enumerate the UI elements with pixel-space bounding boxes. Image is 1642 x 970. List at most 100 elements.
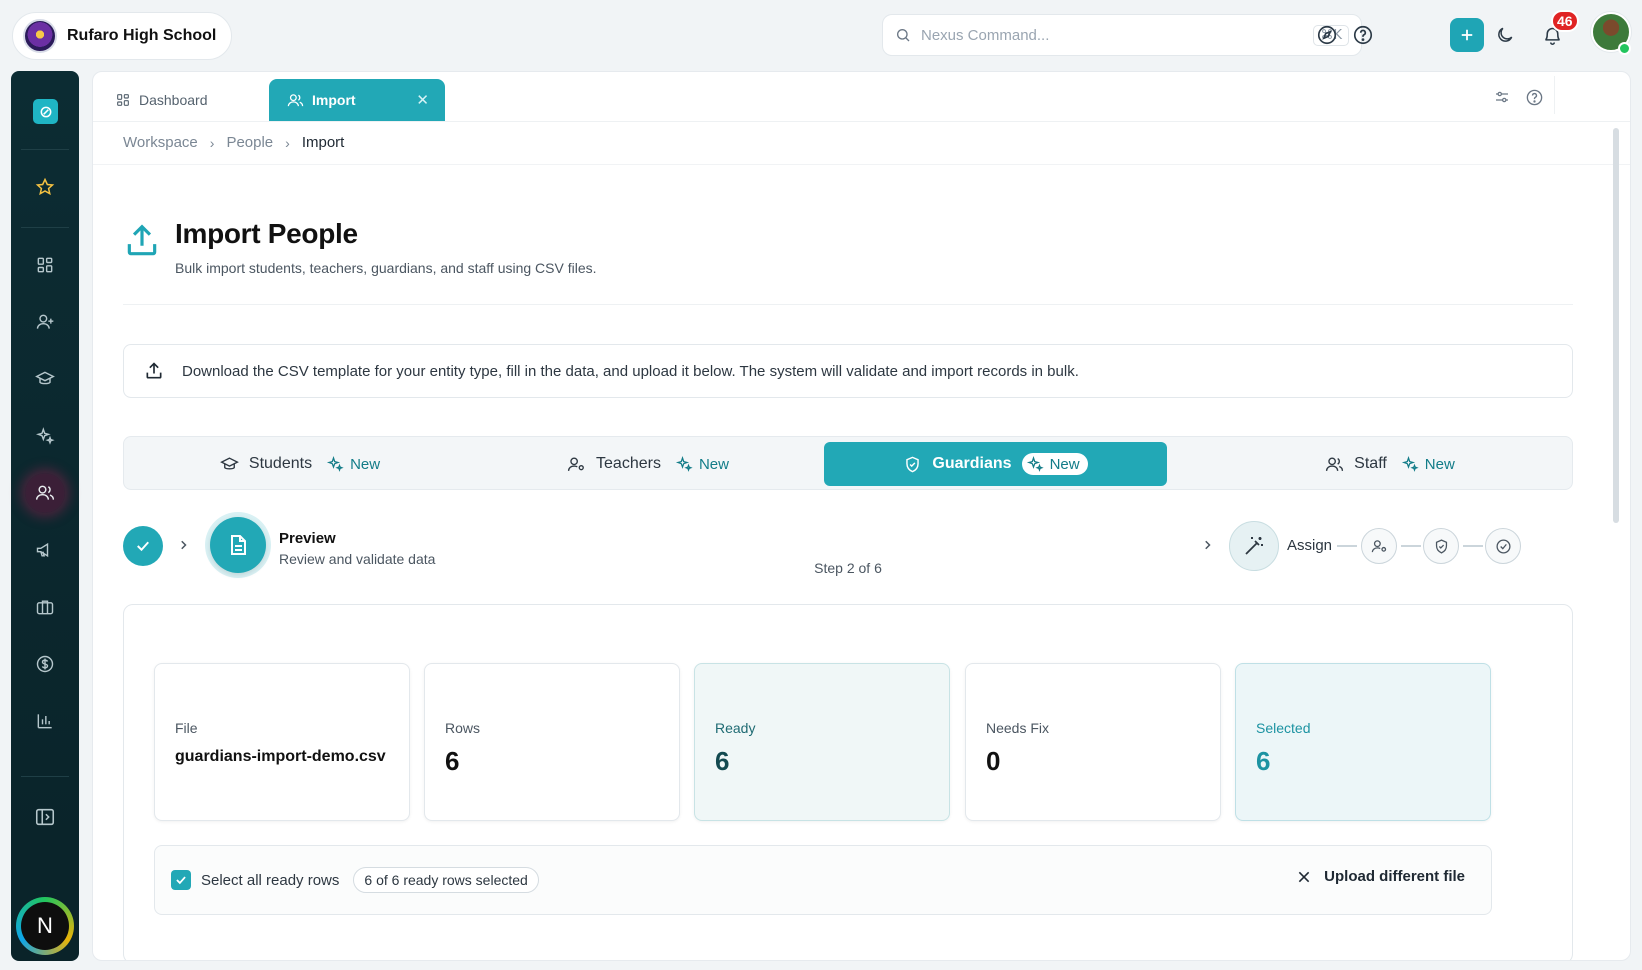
tab-import[interactable]: Import ✕ <box>269 79 445 121</box>
people-icon <box>1326 456 1344 471</box>
shield-icon <box>906 456 920 472</box>
tab-bar: Dashboard Import ✕ <box>93 72 1630 122</box>
stat-selected: Selected 6 <box>1235 663 1491 821</box>
upload-different-file-button[interactable]: Upload different file <box>1296 868 1465 885</box>
tab-label: Import <box>312 92 356 108</box>
selection-summary: 6 of 6 ready rows selected <box>353 867 539 893</box>
settings-sliders-icon[interactable] <box>1489 84 1515 110</box>
page-title: Import People <box>175 218 358 249</box>
teacher-icon <box>567 456 584 471</box>
compass-icon[interactable] <box>1312 20 1342 50</box>
app-logo-icon[interactable] <box>33 99 58 124</box>
step-counter: Step 2 of 6 <box>814 560 882 576</box>
stat-label: File <box>175 720 198 736</box>
search-input[interactable] <box>921 26 1304 44</box>
help-icon[interactable] <box>1521 84 1547 110</box>
graduation-cap-icon <box>219 456 239 470</box>
upload-icon <box>146 362 162 379</box>
entity-tab-students[interactable]: Students New <box>124 442 484 486</box>
entity-tab-teachers[interactable]: Teachers New <box>472 442 832 486</box>
breadcrumb: Workspace › People › Import <box>123 134 344 151</box>
new-badge: New <box>671 453 737 475</box>
stat-label: Selected <box>1256 720 1311 736</box>
create-button[interactable] <box>1450 18 1484 52</box>
stat-label: Needs Fix <box>986 720 1050 736</box>
info-banner: Download the CSV template for your entit… <box>123 344 1573 398</box>
stat-value: 6 <box>445 746 460 776</box>
briefcase-icon[interactable] <box>25 587 65 627</box>
stat-value: 6 <box>1256 746 1271 776</box>
new-badge: New <box>1021 453 1088 475</box>
info-banner-text: Download the CSV template for your entit… <box>182 362 1079 380</box>
document-icon <box>231 535 246 555</box>
page-subtitle: Bulk import students, teachers, guardian… <box>175 260 597 276</box>
stat-value: guardians-import-demo.csv <box>175 748 386 765</box>
chevron-right-icon <box>177 536 191 554</box>
sparkles-icon <box>326 455 344 472</box>
dashboard-grid-icon[interactable] <box>25 245 65 285</box>
notification-badge: 46 <box>1551 10 1579 32</box>
sparkles-icon[interactable] <box>25 416 65 456</box>
stat-needs-fix: Needs Fix 0 <box>965 663 1221 821</box>
help-icon[interactable] <box>1348 20 1378 50</box>
sparkles-icon <box>1026 455 1044 472</box>
favorites-star-icon[interactable] <box>25 167 65 207</box>
stat-rows: Rows 6 <box>424 663 680 821</box>
magic-wand-icon <box>1245 537 1263 555</box>
school-switcher[interactable]: Rufaro High School <box>12 12 232 60</box>
entity-tab-label: Staff <box>1354 455 1387 472</box>
entity-tab-staff[interactable]: Staff New <box>1214 442 1574 486</box>
reports-chart-icon[interactable] <box>25 701 65 741</box>
search-icon <box>895 27 911 43</box>
new-badge: New <box>322 453 388 475</box>
main-panel: Dashboard Import ✕ Workspace › People › … <box>92 71 1631 961</box>
stat-value: 0 <box>986 746 1001 776</box>
scrollbar-thumb[interactable] <box>1613 128 1619 523</box>
selection-bar: Select all ready rows 6 of 6 ready rows … <box>154 845 1492 915</box>
step-user-icon[interactable] <box>1361 528 1397 564</box>
sparkles-icon <box>675 455 693 472</box>
step-check-circle-icon[interactable] <box>1485 528 1521 564</box>
command-search[interactable]: ⌘K <box>882 14 1362 56</box>
graduation-cap-icon[interactable] <box>25 359 65 399</box>
entity-tab-label: Guardians <box>932 455 1012 472</box>
stat-value: 6 <box>715 746 730 776</box>
nexus-user-button[interactable]: N <box>16 897 74 955</box>
entity-tab-label: Students <box>248 455 313 472</box>
step-title: Preview <box>279 530 336 547</box>
tab-dashboard[interactable]: Dashboard <box>97 79 226 121</box>
stat-label: Ready <box>715 720 756 736</box>
people-icon[interactable] <box>25 473 65 513</box>
select-all-label[interactable]: Select all ready rows <box>201 872 339 889</box>
online-status-dot <box>1618 42 1631 55</box>
school-name: Rufaro High School <box>67 27 217 44</box>
chevron-right-icon: › <box>285 134 290 151</box>
breadcrumb-workspace[interactable]: Workspace <box>123 134 198 151</box>
step-shield-icon[interactable] <box>1423 528 1459 564</box>
expand-sidebar-icon[interactable] <box>25 797 65 837</box>
stat-file: File guardians-import-demo.csv <box>154 663 410 821</box>
entity-tabs: Students New Teachers New Guardians New <box>123 436 1573 490</box>
add-user-icon[interactable] <box>25 302 65 342</box>
sparkles-icon <box>1401 455 1419 472</box>
people-icon <box>287 93 304 106</box>
megaphone-icon[interactable] <box>25 530 65 570</box>
moon-icon <box>1498 27 1513 42</box>
scrollbar[interactable] <box>1613 128 1619 948</box>
breadcrumb-people[interactable]: People <box>226 134 273 151</box>
dark-mode-toggle[interactable] <box>1490 20 1520 50</box>
upload-icon <box>123 222 161 260</box>
stat-ready: Ready 6 <box>694 663 950 821</box>
chevron-right-icon: › <box>209 134 215 151</box>
preview-card: File guardians-import-demo.csv Rows 6 Re… <box>123 604 1573 960</box>
close-icon <box>1298 871 1310 882</box>
select-all-checkbox[interactable] <box>171 870 191 890</box>
sidebar: N <box>11 71 79 961</box>
stat-label: Rows <box>445 720 481 736</box>
finance-dollar-icon[interactable] <box>25 644 65 684</box>
chevron-right-icon <box>1201 536 1215 554</box>
new-badge: New <box>1397 453 1463 475</box>
entity-tab-guardians[interactable]: Guardians New <box>824 442 1167 486</box>
close-tab-icon[interactable]: ✕ <box>416 91 429 109</box>
school-logo <box>23 19 57 53</box>
